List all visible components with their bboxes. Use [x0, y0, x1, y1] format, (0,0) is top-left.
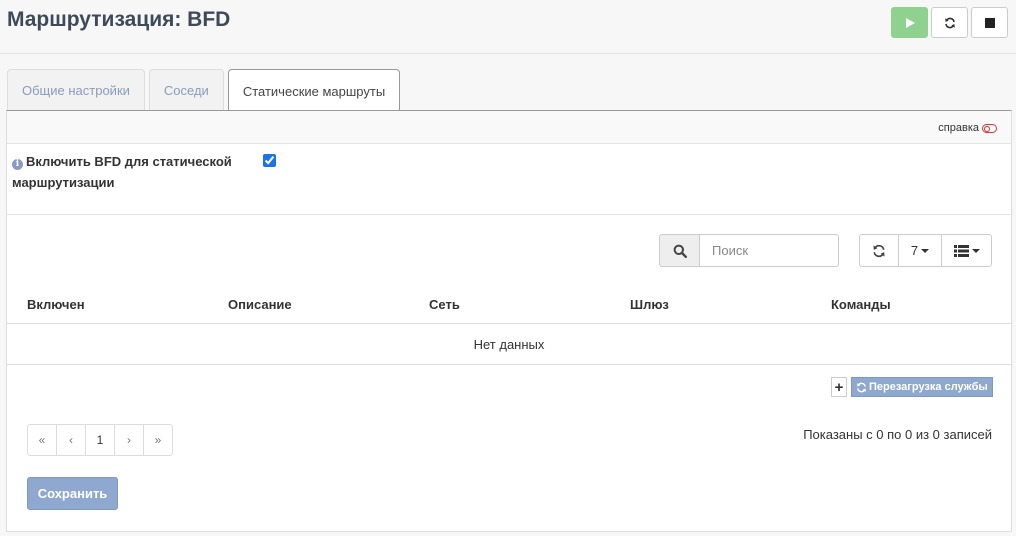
- tab-general-settings[interactable]: Общие настройки: [7, 69, 145, 111]
- search-group: [659, 234, 839, 267]
- rows-per-page-dropdown[interactable]: 7: [899, 234, 942, 267]
- page-prev-button[interactable]: ‹: [56, 424, 86, 456]
- stop-service-button[interactable]: [971, 7, 1008, 38]
- add-route-button[interactable]: +: [831, 377, 847, 397]
- save-button[interactable]: Сохранить: [27, 477, 118, 510]
- search-icon: [673, 244, 687, 258]
- list-icon: [953, 244, 969, 257]
- enable-bfd-checkbox[interactable]: [263, 154, 276, 167]
- enable-bfd-label: i Включить BFD для статической маршрутиза…: [12, 151, 252, 193]
- page-title: Маршрутизация: BFD: [7, 8, 231, 31]
- header-divider: [0, 53, 1016, 54]
- column-header-commands: Команды: [831, 297, 891, 312]
- toggle-off-icon: [982, 123, 997, 133]
- help-label: справка: [938, 122, 979, 134]
- refresh-icon: [873, 244, 885, 257]
- records-info: Показаны с 0 по 0 из 0 записей: [803, 427, 992, 442]
- service-controls: [891, 7, 1008, 38]
- page-number-button[interactable]: 1: [85, 424, 115, 456]
- caret-down-icon: [971, 248, 980, 253]
- column-header-network[interactable]: Сеть: [429, 297, 460, 312]
- play-icon: [905, 17, 915, 28]
- tab-bar: Общие настройки Соседи Статические маршр…: [7, 69, 401, 112]
- help-row: справка: [7, 111, 1011, 144]
- rows-per-page-value: 7: [910, 243, 919, 258]
- tab-static-routes[interactable]: Статические маршруты: [227, 69, 401, 112]
- refresh-grid-button[interactable]: [859, 234, 899, 267]
- empty-grid-message: Нет данных: [7, 324, 1011, 365]
- enable-bfd-label-text: Включить BFD для статической маршрутизац…: [12, 154, 232, 190]
- stop-icon: [984, 17, 995, 28]
- page-next-button[interactable]: ›: [114, 424, 144, 456]
- grid-toolbar: 7: [859, 234, 992, 267]
- column-header-gateway[interactable]: Шлюз: [630, 297, 669, 312]
- columns-dropdown[interactable]: [942, 234, 992, 267]
- tab-neighbors[interactable]: Соседи: [148, 69, 224, 111]
- help-toggle[interactable]: справка: [938, 122, 997, 134]
- info-icon[interactable]: i: [12, 159, 23, 170]
- page-first-button[interactable]: «: [27, 424, 57, 456]
- pagination: « ‹ 1 › »: [27, 424, 173, 456]
- grid-header: Включен Описание Сеть Шлюз Команды: [7, 287, 1011, 324]
- plus-icon: +: [834, 378, 844, 396]
- column-header-enabled[interactable]: Включен: [27, 297, 85, 312]
- page-last-button[interactable]: »: [143, 424, 173, 456]
- search-button[interactable]: [659, 234, 699, 267]
- search-input[interactable]: [699, 234, 839, 267]
- reload-service-button[interactable]: Перезагрузка службы: [851, 377, 993, 397]
- static-routes-panel: справка i Включить BFD для статической ма…: [6, 110, 1012, 532]
- column-header-description[interactable]: Описание: [228, 297, 292, 312]
- refresh-icon: [944, 17, 955, 28]
- reload-service-label: Перезагрузка службы: [869, 381, 988, 393]
- refresh-icon: [857, 382, 866, 392]
- restart-service-button[interactable]: [931, 7, 968, 38]
- enable-bfd-setting-row: i Включить BFD для статической маршрутиза…: [7, 144, 1011, 215]
- caret-down-icon: [921, 248, 930, 253]
- start-service-button[interactable]: [891, 7, 928, 38]
